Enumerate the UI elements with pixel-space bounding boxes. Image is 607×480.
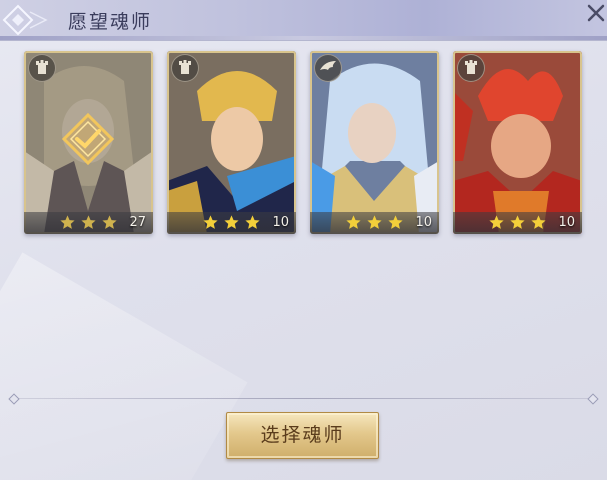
select-soul-master-button[interactable]: 选择魂师 (226, 412, 379, 459)
star-icon (388, 215, 403, 229)
wish-soul-master-dialog: 愿望魂师 27 10 10 10 选择魂师 (0, 0, 607, 480)
level-label: 10 (272, 215, 289, 230)
star-icon (510, 215, 525, 229)
tower-icon (179, 60, 191, 74)
close-icon (587, 4, 605, 22)
selected-check-icon (62, 113, 114, 165)
soul-master-card-1[interactable]: 27 (24, 51, 153, 234)
divider-diamond-icon (8, 393, 20, 405)
level-label: 27 (129, 215, 146, 230)
wing-icon (320, 61, 336, 70)
dialog-header: 愿望魂师 (0, 0, 607, 41)
star-icon (489, 215, 504, 229)
soul-master-card-2[interactable]: 10 (167, 51, 296, 234)
header-ornament-icon (2, 4, 48, 36)
level-label: 10 (558, 215, 575, 230)
role-badge (28, 54, 56, 82)
divider-diamond-icon (587, 393, 599, 405)
star-icon (224, 215, 239, 229)
close-button[interactable] (581, 0, 607, 30)
soul-master-card-3[interactable]: 10 (310, 51, 439, 234)
role-badge (314, 54, 342, 82)
tower-icon (465, 60, 477, 74)
star-icon (102, 215, 117, 229)
divider-line (8, 393, 599, 405)
level-label: 10 (415, 215, 432, 230)
star-icon (81, 215, 96, 229)
star-icon (367, 215, 382, 229)
star-icon (245, 215, 260, 229)
dialog-title: 愿望魂师 (68, 11, 153, 33)
star-icon (346, 215, 361, 229)
star-icon (60, 215, 75, 229)
tower-icon (36, 60, 48, 74)
star-icon (531, 215, 546, 229)
soul-master-card-4[interactable]: 10 (453, 51, 582, 234)
select-button-label: 选择魂师 (260, 424, 345, 446)
header-divider (0, 36, 607, 40)
star-icon (203, 215, 218, 229)
role-badge (171, 54, 199, 82)
role-badge (457, 54, 485, 82)
